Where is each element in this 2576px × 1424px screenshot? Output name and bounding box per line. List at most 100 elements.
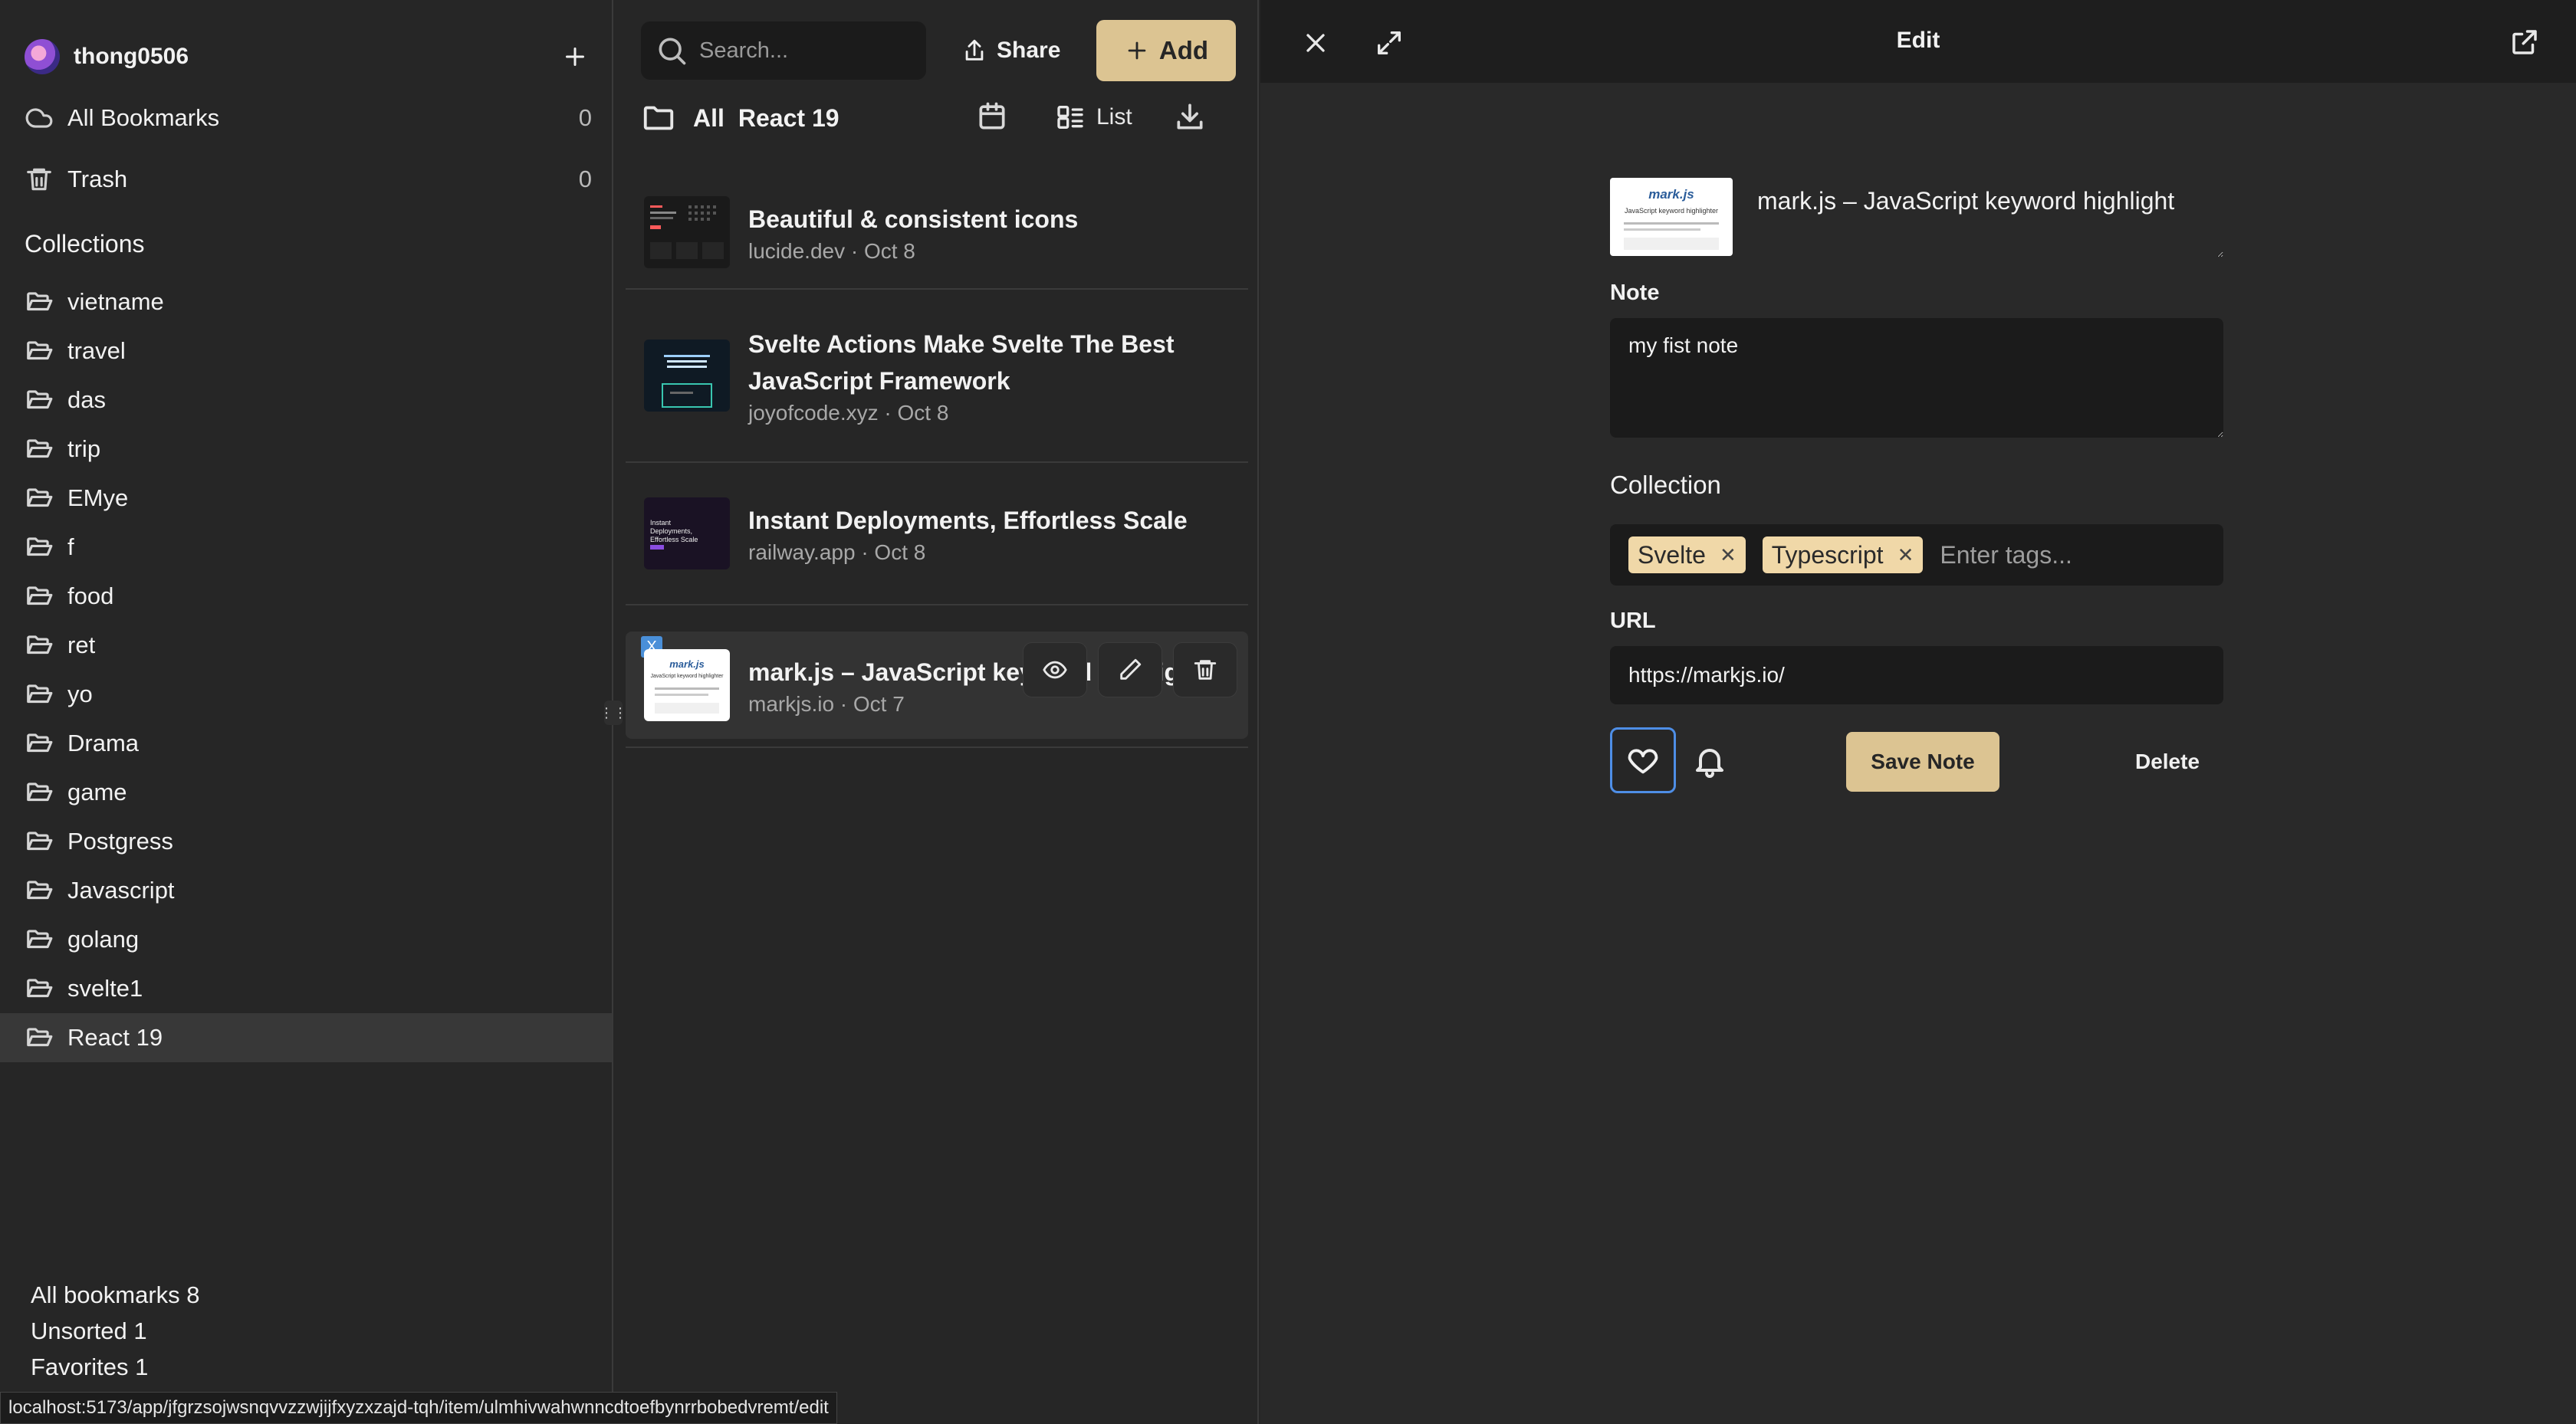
tags-field[interactable]: Svelte ✕ Typescript ✕: [1610, 524, 2223, 586]
view-mode-button[interactable]: List: [1055, 100, 1132, 135]
stat-all-bookmarks[interactable]: All bookmarks 8: [31, 1277, 200, 1313]
share-label: Share: [997, 38, 1061, 63]
eye-icon: [1043, 661, 1067, 679]
edit-title: Edit: [1896, 28, 1940, 53]
stat-unsorted[interactable]: Unsorted 1: [31, 1313, 200, 1349]
favorite-button[interactable]: [1610, 727, 1676, 793]
sidebar-item-collection[interactable]: das: [0, 376, 612, 425]
sidebar-item-collection[interactable]: yo: [0, 670, 612, 719]
sidebar-item-collection[interactable]: f: [0, 523, 612, 572]
save-note-button[interactable]: Save Note: [1846, 732, 1999, 792]
bookmark-item[interactable]: Svelte Actions Make Svelte The Best Java…: [626, 290, 1248, 463]
collection-label: food: [67, 582, 114, 609]
collection-label: ret: [67, 632, 96, 658]
nav-all-bookmarks[interactable]: All Bookmarks 0: [25, 95, 592, 141]
folder-open-icon: [27, 783, 53, 802]
collection-label: EMye: [67, 484, 129, 511]
bookmark-item-selected[interactable]: X mark.js JavaScript keyword highlighter…: [626, 632, 1248, 739]
add-button[interactable]: Add: [1096, 20, 1236, 81]
stat-favorites[interactable]: Favorites 1: [31, 1349, 200, 1385]
preview-button[interactable]: [1023, 642, 1087, 697]
delete-bookmark-button[interactable]: [1173, 642, 1237, 697]
remove-tag-icon[interactable]: ✕: [1898, 543, 1914, 567]
tag-label: Svelte: [1638, 540, 1706, 569]
add-collection-button[interactable]: [558, 40, 592, 74]
note-field[interactable]: [1610, 318, 2223, 438]
sidebar-item-collection[interactable]: svelte1: [0, 964, 612, 1013]
folder-open-icon: [27, 930, 53, 949]
breadcrumb-all[interactable]: All: [693, 104, 724, 133]
pencil-icon: [1120, 658, 1142, 680]
folder-open-icon: [27, 537, 53, 556]
tag-chip: Typescript ✕: [1762, 536, 1924, 573]
sidebar-item-collection[interactable]: food: [0, 572, 612, 621]
sidebar-item-collection[interactable]: golang: [0, 915, 612, 964]
collections-heading: Collections: [25, 230, 145, 258]
avatar[interactable]: [25, 39, 60, 74]
collection-label: game: [67, 779, 127, 806]
edit-panel: Edit mark.js JavaScript keyword highligh…: [1260, 0, 2576, 1424]
collection-label: Drama: [67, 730, 140, 756]
download-button[interactable]: [1173, 100, 1207, 133]
folder-open-icon: [27, 439, 53, 458]
share-button[interactable]: Share: [961, 28, 1060, 74]
reminder-button[interactable]: [1691, 743, 1728, 779]
sidebar-item-collection[interactable]: React 19: [0, 1013, 612, 1062]
search-icon: [659, 38, 686, 65]
folder-open-icon: [27, 292, 53, 311]
nav-trash[interactable]: Trash 0: [25, 156, 592, 202]
nav-count: 0: [578, 166, 592, 192]
sidebar-item-collection[interactable]: trip: [0, 425, 612, 474]
sidebar-item-collection[interactable]: Postgress: [0, 817, 612, 866]
folder-open-icon: [27, 586, 53, 605]
trash-icon: [1194, 660, 1217, 680]
collection-label: Collection: [1610, 471, 1721, 499]
thumbnail-logo-text: mark.js: [1648, 187, 1694, 202]
tag-input[interactable]: [1940, 540, 2140, 569]
title-row: mark.js JavaScript keyword highlighter: [1610, 178, 2223, 258]
collection-label: yo: [67, 681, 93, 707]
calendar-button[interactable]: [975, 100, 1009, 133]
edit-button[interactable]: [1098, 642, 1162, 697]
user-row[interactable]: thong0506: [25, 37, 592, 77]
sidebar-item-collection[interactable]: ret: [0, 621, 612, 670]
bookmark-thumbnail: [644, 340, 730, 412]
bookmark-item[interactable]: Beautiful & consistent icons lucide.dev …: [626, 176, 1248, 290]
collection-label: f: [67, 533, 74, 560]
sidebar-item-collection[interactable]: vietname: [0, 277, 612, 326]
sidebar-item-collection[interactable]: Javascript: [0, 866, 612, 915]
share-icon: [965, 39, 984, 61]
sidebar-item-collection[interactable]: travel: [0, 326, 612, 376]
bell-icon: [1696, 749, 1723, 778]
folder-open-icon: [27, 390, 53, 409]
edit-header: Edit: [1260, 0, 2576, 83]
bookmark-thumbnail: Instant Deployments, Effortless Scale: [644, 497, 730, 569]
remove-tag-icon[interactable]: ✕: [1720, 543, 1737, 567]
open-external-button[interactable]: [2509, 26, 2541, 58]
bookmark-item[interactable]: Instant Deployments, Effortless Scale In…: [626, 463, 1248, 605]
divider: [626, 746, 1248, 748]
sidebar-item-collection[interactable]: EMye: [0, 474, 612, 523]
search-input[interactable]: [699, 38, 906, 64]
panel-resize-handle[interactable]: ⋮⋮: [600, 701, 627, 725]
bookmark-list-panel: Share Add All React 19 List: [615, 0, 1259, 1424]
breadcrumb: All React 19: [641, 98, 840, 138]
collections-list: vietname travel das trip EMye f food ret yo Drama…: [0, 277, 612, 1062]
bookmark-thumbnail: [644, 196, 730, 268]
bookmark-items: Beautiful & consistent icons lucide.dev …: [626, 176, 1248, 748]
sidebar-item-collection[interactable]: Drama: [0, 719, 612, 768]
edit-actions: Save Note Delete: [1610, 727, 2223, 796]
collection-label: das: [67, 386, 106, 413]
search-box[interactable]: [641, 21, 926, 80]
url-field[interactable]: [1610, 646, 2223, 704]
sidebar-item-collection[interactable]: game: [0, 768, 612, 817]
bookmark-title: Svelte Actions Make Svelte The Best Java…: [748, 330, 1175, 395]
thumbnail-text: Instant Deployments, Effortless Scale: [650, 519, 698, 543]
collection-label: Postgress: [67, 828, 173, 855]
folder-open-icon: [27, 635, 53, 655]
delete-button[interactable]: Delete: [2111, 732, 2223, 792]
trash-icon: [27, 168, 51, 191]
bookmark-meta: railway.app · Oct 8: [748, 540, 926, 564]
title-field[interactable]: [1757, 178, 2223, 258]
url-label: URL: [1610, 609, 1656, 633]
